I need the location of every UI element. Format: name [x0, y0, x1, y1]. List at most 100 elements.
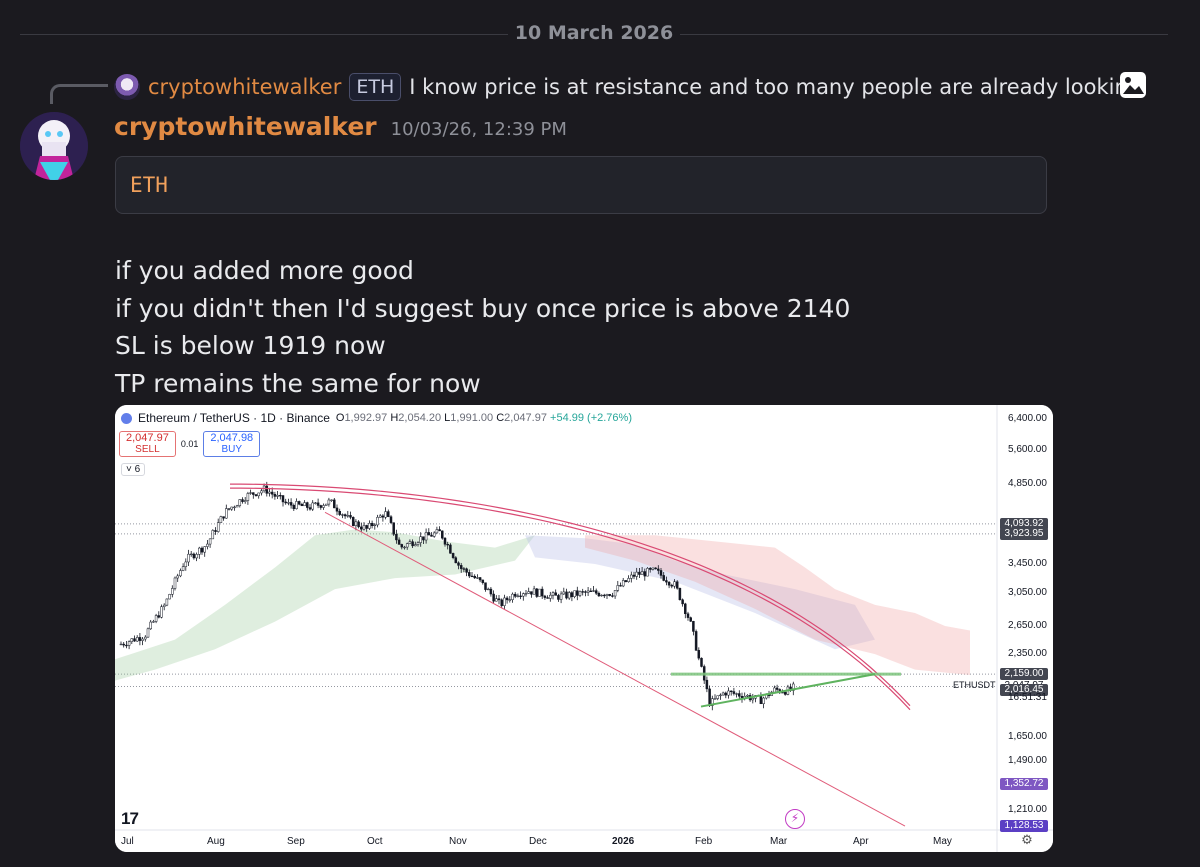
candle-body [135, 637, 139, 642]
y-tick-label: 5,600.00 [1008, 444, 1047, 456]
candle-body [176, 575, 179, 579]
candle-body [424, 532, 428, 541]
divider-line-right [680, 34, 1168, 35]
candle-body [408, 541, 412, 544]
chart-image[interactable]: Ethereum / TetherUS · 1D · Binance O1,99… [115, 405, 1053, 852]
candle-body [746, 695, 749, 697]
candle-body [505, 597, 509, 601]
candle-body [500, 599, 503, 606]
candle-body [621, 580, 625, 587]
candle-body [370, 522, 374, 526]
countdown: 16:51:31 [1008, 692, 1047, 703]
candle-body [243, 500, 247, 502]
candle-body [686, 613, 690, 618]
candle-body [403, 546, 406, 549]
candle-body [208, 538, 212, 545]
candle-body [567, 592, 571, 599]
candle-body [368, 522, 371, 529]
candle-body [405, 543, 409, 548]
candle-body [486, 588, 490, 591]
candle-body [260, 490, 263, 494]
candle-body [684, 603, 687, 615]
candle-body [414, 544, 417, 547]
candle-body [127, 641, 131, 646]
candle-body [308, 507, 312, 510]
candle-body [724, 692, 728, 696]
candle-body [697, 650, 701, 659]
candle-body [427, 532, 431, 536]
candle-body [214, 530, 217, 532]
candle-body [495, 598, 498, 602]
candle-body [173, 577, 177, 589]
reply-text[interactable]: I know price is at resistance and too ma… [409, 75, 1148, 99]
candle-body [665, 580, 668, 583]
candle-body [562, 591, 566, 595]
reply-author[interactable]: cryptowhitewalker [148, 75, 341, 99]
candle-body [708, 688, 711, 706]
candle-body [675, 581, 679, 589]
candle-body [154, 615, 158, 622]
candle-body [122, 643, 125, 646]
x-tick-label: May [933, 836, 952, 847]
candle-body [481, 579, 485, 583]
price-chart [115, 405, 1053, 852]
date-divider: 10 March 2026 [20, 22, 1168, 46]
author-name[interactable]: cryptowhitewalker [114, 112, 377, 141]
candle-body [678, 587, 682, 600]
symbol-line: Ethereum / TetherUS · 1D · Binance [138, 411, 330, 425]
timestamp[interactable]: 10/03/26, 12:39 PM [391, 119, 567, 140]
candle-body [362, 525, 366, 530]
candle-body [349, 515, 352, 518]
candle-body [681, 599, 684, 605]
candle-body [524, 593, 528, 595]
candle-body [297, 501, 301, 505]
candle-body [527, 591, 530, 594]
message-line: if you didn't then I'd suggest buy once … [115, 293, 851, 323]
candle-body [549, 594, 552, 599]
candle-body [581, 591, 584, 593]
y-tick-label: 2,650.00 [1008, 619, 1047, 631]
tradingview-logo: 17 [121, 809, 139, 828]
candle-body [200, 547, 204, 553]
candle-body [303, 502, 306, 507]
candle-body [225, 508, 228, 519]
buy-button[interactable]: 2,047.98 BUY [203, 431, 261, 457]
reply-avatar[interactable] [114, 74, 140, 100]
candle-body [160, 606, 163, 618]
price-badge: 2,159.00 [1000, 668, 1048, 681]
candle-body [230, 506, 233, 510]
candle-body [700, 657, 703, 667]
candle-body [465, 568, 468, 573]
candle-body [144, 636, 147, 640]
candle-body [559, 593, 563, 600]
candle-body [713, 698, 717, 700]
y-tick-label: 1,210.00 [1008, 804, 1047, 815]
candle-body [565, 591, 568, 599]
avatar[interactable] [20, 112, 88, 180]
reply-preview[interactable]: cryptowhitewalker ETH I know price is at… [114, 70, 1154, 104]
candle-body [489, 588, 493, 595]
candle-body [646, 568, 649, 577]
candle-body [206, 543, 209, 547]
candle-body [611, 595, 614, 597]
candle-body [133, 638, 136, 642]
candle-body [249, 492, 252, 494]
bolt-icon[interactable]: ⚡ [785, 809, 805, 829]
candle-body [314, 502, 317, 504]
candle-body [165, 598, 169, 606]
candle-body [351, 517, 355, 526]
candle-body [435, 529, 439, 534]
candle-body [775, 687, 779, 690]
sell-button[interactable]: 2,047.97 SELL [119, 431, 176, 457]
gear-icon[interactable]: ⚙ [1019, 833, 1035, 849]
y-tick-label: 6,400.00 [1008, 413, 1047, 424]
y-tick-label: 1,650.00 [1008, 731, 1047, 743]
candle-body [319, 505, 323, 508]
image-icon[interactable] [1118, 70, 1148, 100]
candle-body [449, 544, 452, 554]
code-block-text: ETH [130, 173, 168, 197]
spread-value: 0.01 [180, 439, 199, 449]
price-badge: 3,923.95 [1000, 527, 1048, 540]
y-tick-label: 2,350.00 [1008, 648, 1047, 660]
indicator-count[interactable]: ˅ 6 [121, 463, 146, 476]
